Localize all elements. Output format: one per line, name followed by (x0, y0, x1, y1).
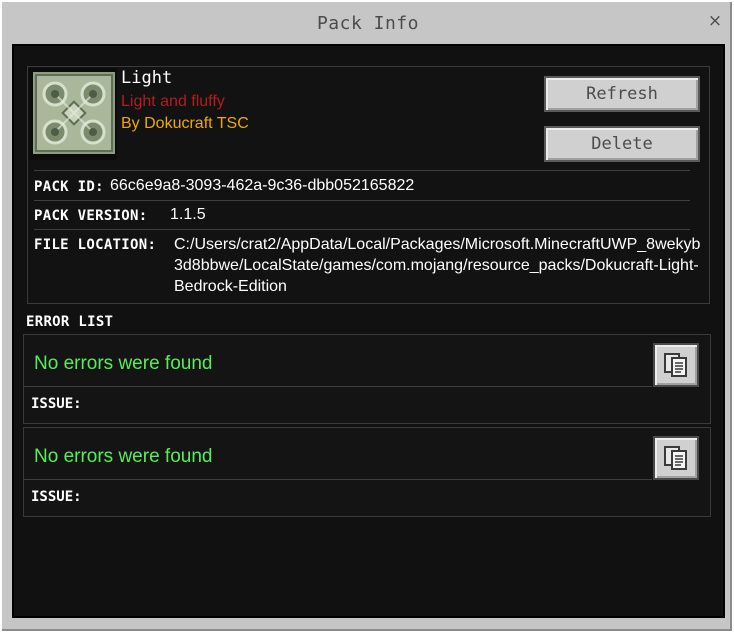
divider (24, 386, 652, 387)
error-item: No errors were found ISSUE: (23, 334, 711, 424)
refresh-button[interactable]: Refresh (544, 76, 700, 112)
copy-button[interactable] (653, 343, 699, 387)
issue-label: ISSUE: (31, 396, 82, 412)
pack-name: Light (121, 68, 173, 88)
pack-version-label: PACK VERSION: (34, 208, 148, 224)
divider (34, 200, 690, 201)
copy-icon (664, 353, 687, 377)
delete-button[interactable]: Delete (544, 126, 700, 162)
close-icon[interactable]: × (706, 12, 724, 30)
file-location-label: FILE LOCATION: (34, 237, 157, 253)
issue-label: ISSUE: (31, 489, 82, 505)
error-message: No errors were found (34, 446, 213, 467)
file-location-value: C:/Users/crat2/AppData/Local/Packages/Mi… (174, 236, 701, 295)
pack-thumbnail-icon (29, 68, 117, 160)
title-bar: Pack Info × (4, 4, 732, 42)
divider (34, 170, 690, 171)
error-item: No errors were found ISSUE: (23, 427, 711, 517)
pack-author: By Dokucraft TSC (121, 115, 249, 132)
error-list-title: ERROR LIST (26, 314, 114, 330)
pack-id-value: 66c6e9a8-3093-462a-9c36-dbb052165822 (110, 177, 415, 194)
dialog-title: Pack Info (316, 13, 420, 34)
divider (34, 229, 690, 230)
copy-button[interactable] (653, 436, 699, 480)
divider (24, 479, 652, 480)
pack-id-label: PACK ID: (34, 179, 104, 195)
pack-version-value: 1.1.5 (170, 206, 206, 223)
error-message: No errors were found (34, 353, 213, 374)
pack-info-dialog: Pack Info × Light Light and fluffy By Do… (0, 0, 734, 633)
dialog-content: Light Light and fluffy By Dokucraft TSC … (12, 44, 725, 618)
copy-icon (664, 446, 687, 470)
pack-description: Light and fluffy (121, 93, 225, 110)
pack-info-panel: Light Light and fluffy By Dokucraft TSC … (27, 66, 710, 304)
